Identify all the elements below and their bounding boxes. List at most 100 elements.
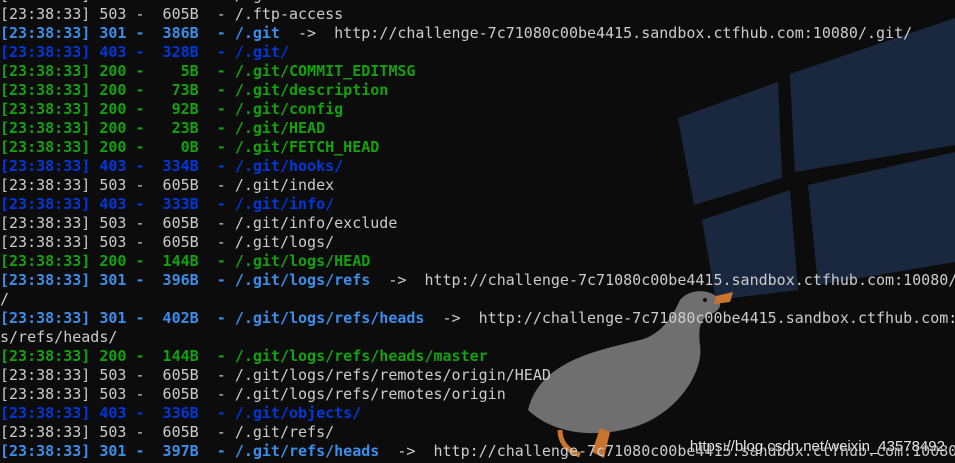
- terminal-line: [23:38:33] 503 - 605B - /.git/logs/refs/…: [0, 366, 551, 384]
- terminal-line: [23:38:33] 503 - 605B - /.git/index: [0, 176, 335, 194]
- response-size: 334B: [153, 157, 199, 175]
- response-size: 336B: [153, 404, 199, 422]
- terminal-line: [23:38:33] 200 - 92B - /.git/config: [0, 100, 344, 118]
- request-path: /.git/logs/refs/remotes/origin: [234, 385, 506, 403]
- status-code: 200: [90, 347, 127, 365]
- terminal-line: [23:38:33] 503 - 605B - /.git/info/exclu…: [0, 214, 398, 232]
- request-path: /.git/COMMIT_EDITMSG: [234, 62, 416, 80]
- response-size: 605B: [153, 233, 199, 251]
- request-path: /.git/index: [234, 176, 335, 194]
- status-code: 200: [90, 138, 127, 156]
- response-size: 397B: [153, 442, 199, 460]
- status-code: 403: [90, 195, 127, 213]
- request-path: /.git/refs/heads: [234, 442, 380, 460]
- redirect-url: http://challenge-7c71080c00be4415.sandbo…: [424, 271, 955, 289]
- terminal-line: [23:38:33] 200 - 5B - /.git/COMMIT_EDITM…: [0, 62, 416, 80]
- terminal-line: [23:38:33] 301 - 386B - /.git -> http://…: [0, 24, 913, 42]
- response-size: 605B: [153, 385, 199, 403]
- timestamp: [23:38:33]: [0, 252, 91, 270]
- response-size: 328B: [153, 43, 199, 61]
- timestamp: [23:38:33]: [0, 233, 91, 251]
- terminal-line: [23:38:33] 200 - 23B - /.git/HEAD: [0, 119, 326, 137]
- timestamp: [23:38:33]: [0, 309, 91, 327]
- request-path: /.gitk: [235, 0, 289, 4]
- status-code: 503: [90, 0, 126, 4]
- terminal-line: [23:38:33] 200 - 0B - /.git/FETCH_HEAD: [0, 138, 380, 156]
- request-path: /.git/info/: [234, 195, 335, 213]
- timestamp: [23:38:33]: [0, 43, 91, 61]
- status-code: 503: [90, 385, 127, 403]
- response-size: 144B: [153, 252, 199, 270]
- response-size: 144B: [153, 347, 199, 365]
- request-path: /.ftp-access: [234, 5, 344, 23]
- redirect-arrow: ->: [379, 442, 434, 460]
- request-path: /.git/hooks/: [234, 157, 344, 175]
- redirect-arrow: ->: [424, 309, 479, 327]
- timestamp: [23:38:33]: [0, 62, 91, 80]
- terminal-line: [23:38:33] 200 - 73B - /.git/description: [0, 81, 389, 99]
- timestamp: [23:38:33]: [0, 157, 91, 175]
- response-size: 605B: [154, 0, 199, 4]
- status-code: 503: [90, 423, 127, 441]
- status-code: 403: [90, 43, 127, 61]
- response-size: 333B: [153, 195, 199, 213]
- request-path: /.git/logs/refs/heads/master: [234, 347, 488, 365]
- timestamp: [23:38:33]: [0, 271, 91, 289]
- status-code: 200: [90, 119, 127, 137]
- redirect-url: http://challenge-7c71080c00be4415.sandbo…: [478, 309, 955, 327]
- timestamp: [23:38:33]: [0, 138, 91, 156]
- response-size: 92B: [153, 100, 199, 118]
- wrapped-line-continuation: /: [0, 290, 10, 308]
- redirect-arrow: ->: [279, 24, 335, 42]
- timestamp: [23:38:33]: [0, 176, 91, 194]
- request-path: /.git/logs/refs/heads: [234, 309, 425, 327]
- request-path: /.git/logs/refs/remotes/origin/HEAD: [234, 366, 551, 384]
- status-code: 200: [90, 81, 127, 99]
- terminal-line: [23:38:33] 503 - 605B - /.git/logs/refs/…: [0, 385, 506, 403]
- status-code: 503: [90, 5, 127, 23]
- timestamp: [23:38:33]: [0, 119, 91, 137]
- response-size: 605B: [153, 366, 199, 384]
- wrapped-line-continuation: s/refs/heads/: [0, 328, 118, 346]
- status-code: 403: [90, 404, 127, 422]
- request-path: /.git/: [234, 43, 289, 61]
- response-size: 605B: [153, 176, 199, 194]
- terminal-line: [23:38:33] 200 - 144B - /.git/logs/HEAD: [0, 252, 371, 270]
- request-path: /.git/objects/: [234, 404, 362, 422]
- timestamp: [23:38:33]: [0, 214, 91, 232]
- timestamp: [23:38:33]: [0, 442, 91, 460]
- status-code: 503: [90, 366, 127, 384]
- redirect-arrow: ->: [370, 271, 425, 289]
- request-path: /.git/HEAD: [234, 119, 326, 137]
- request-path: /.git: [234, 24, 280, 42]
- timestamp: [23:38:33]: [0, 195, 91, 213]
- request-path: /.git/FETCH_HEAD: [234, 138, 380, 156]
- timestamp: [23:38:33]: [0, 404, 91, 422]
- terminal-line: [23:38:33] 403 - 336B - /.git/objects/: [0, 404, 362, 422]
- request-path: /.git/config: [234, 100, 344, 118]
- terminal-output: [23:38:33] 503 - 605B - /.gitk[23:38:33]…: [0, 0, 955, 461]
- timestamp: [23:38:33]: [0, 347, 91, 365]
- request-path: /.git/description: [234, 81, 389, 99]
- response-size: 5B: [153, 62, 199, 80]
- status-code: 503: [90, 176, 127, 194]
- timestamp: [23:38:33]: [0, 5, 91, 23]
- response-size: 73B: [153, 81, 199, 99]
- request-path: /.git/logs/HEAD: [234, 252, 371, 270]
- response-size: 605B: [153, 423, 199, 441]
- status-code: 503: [90, 233, 127, 251]
- request-path: /.git/info/exclude: [234, 214, 398, 232]
- terminal-line: [23:38:33] 503 - 605B - /.git/logs/: [0, 233, 335, 251]
- response-size: 605B: [153, 214, 199, 232]
- timestamp: [23:38:33]: [0, 385, 91, 403]
- status-code: 301: [90, 271, 127, 289]
- csdn-watermark: https://blog.csdn.net/weixin_43578492: [689, 438, 945, 455]
- response-size: 605B: [153, 5, 199, 23]
- status-code: 200: [90, 62, 127, 80]
- terminal-line: [23:38:33] 301 - 402B - /.git/logs/refs/…: [0, 309, 955, 328]
- terminal-line: [23:38:33] 301 - 396B - /.git/logs/refs …: [0, 271, 955, 290]
- status-code: 301: [90, 24, 127, 42]
- status-code: 200: [90, 100, 127, 118]
- request-path: /.git/logs/refs: [234, 271, 371, 289]
- timestamp: [23:38:33]: [0, 366, 91, 384]
